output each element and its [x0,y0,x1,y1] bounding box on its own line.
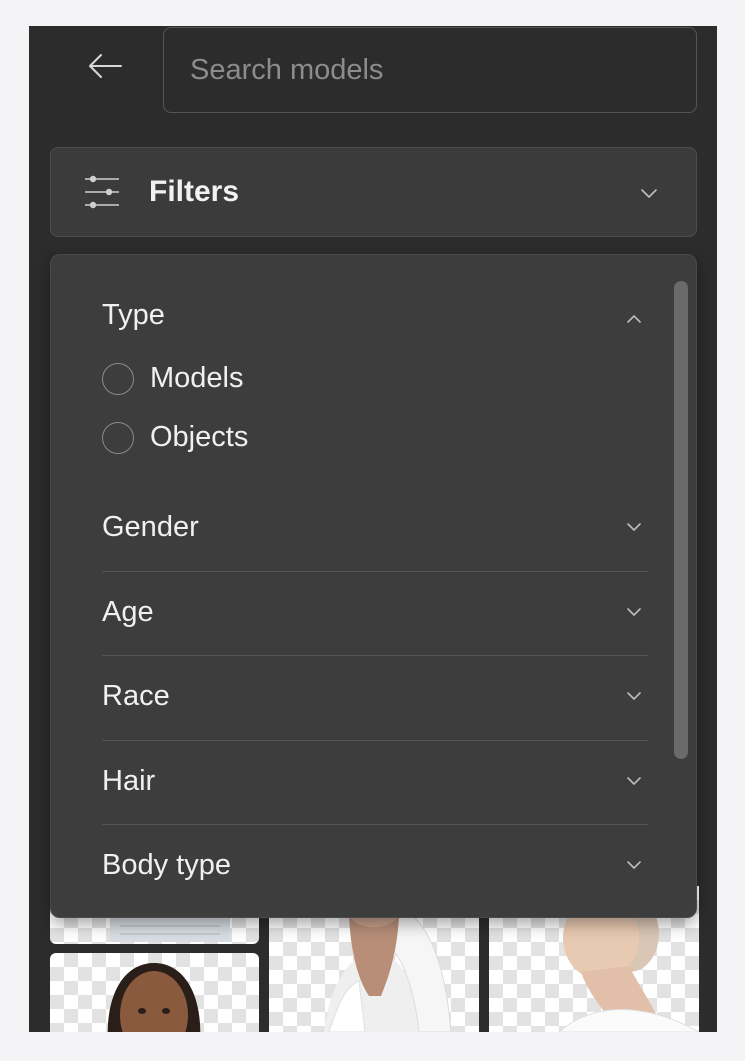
section-race[interactable]: Race [102,656,648,740]
chevron-down-icon [627,608,641,616]
section-label: Race [102,680,170,712]
chevron-down-icon [627,523,641,531]
chevron-down-icon [627,777,641,785]
section-label: Hair [102,765,156,797]
radio-label: Models [150,362,244,394]
back-button[interactable] [85,50,125,82]
search-input[interactable] [164,28,696,112]
chevron-down-icon [627,861,641,869]
model-image [107,963,201,1032]
section-age[interactable]: Age [102,572,648,656]
dropdown-scrollbar[interactable] [674,281,688,759]
chevron-up-icon [627,315,641,323]
section-body-type[interactable]: Body type [102,825,648,909]
section-label: Gender [102,511,199,543]
model-thumbnail[interactable] [50,953,259,1032]
chevron-down-icon [641,189,657,198]
filters-dropdown: Type Models Objects Gender Age Race Hair… [50,254,697,918]
type-option-objects[interactable]: Objects [102,418,402,458]
type-section-label: Type [102,299,165,331]
arrow-left-icon [89,54,122,78]
section-label: Body type [102,849,231,881]
model-picker-panel: Filters AI [29,26,717,1032]
chevron-down-icon [627,692,641,700]
search-box[interactable] [163,27,697,113]
radio-label: Objects [150,421,249,453]
section-label: Age [102,596,154,628]
filters-label: Filters [149,175,240,208]
sliders-icon [85,175,119,209]
type-option-models[interactable]: Models [102,359,402,399]
radio-button[interactable] [102,422,134,454]
type-section-header[interactable]: Type [102,299,642,339]
radio-button[interactable] [102,363,134,395]
section-hair[interactable]: Hair [102,741,648,825]
section-gender[interactable]: Gender [102,487,648,571]
filters-toggle[interactable]: Filters [50,147,697,237]
